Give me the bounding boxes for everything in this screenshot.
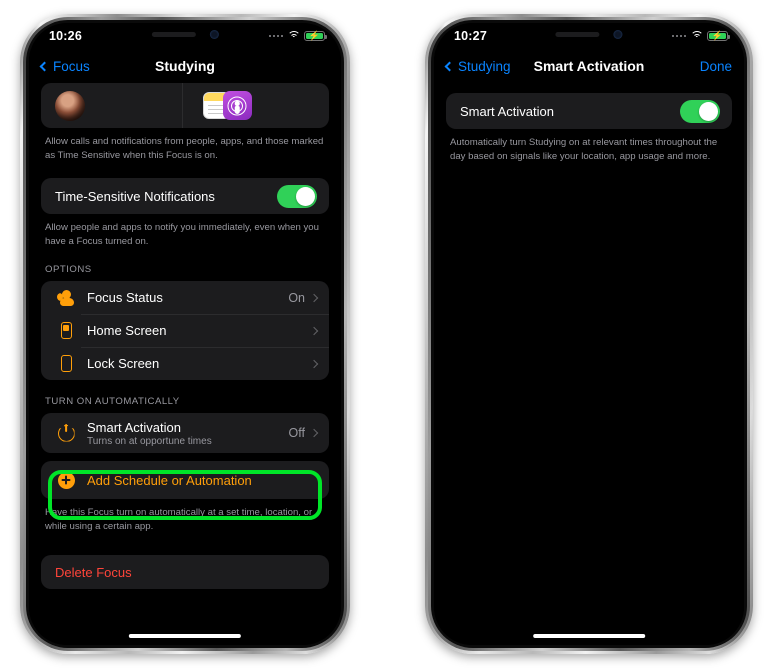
cellular-dots-icon bbox=[671, 34, 686, 38]
settings-list-left: Allow calls and notifications from peopl… bbox=[29, 83, 341, 645]
row-smart-activation[interactable]: Smart Activation Turns on at opportune t… bbox=[41, 413, 329, 453]
row-focus-status[interactable]: Focus Status On bbox=[41, 281, 329, 314]
people-cell[interactable] bbox=[41, 83, 182, 128]
status-icons: ⚡ bbox=[671, 30, 730, 42]
notch-right bbox=[508, 23, 670, 46]
row-value-focus-status: On bbox=[288, 290, 305, 305]
home-indicator-left[interactable] bbox=[128, 634, 242, 638]
notch-left bbox=[103, 23, 267, 46]
people-apps-row bbox=[41, 83, 329, 128]
chevron-right-icon bbox=[309, 359, 319, 368]
back-button-focus[interactable]: Focus bbox=[39, 58, 90, 74]
app-icon-stack bbox=[202, 91, 252, 120]
wifi-icon bbox=[287, 31, 300, 41]
row-label-focus-status: Focus Status bbox=[87, 290, 163, 305]
chevron-left-icon bbox=[39, 61, 50, 71]
apps-cell[interactable] bbox=[181, 83, 330, 128]
front-camera-icon bbox=[209, 30, 219, 39]
delete-focus-card: Delete Focus bbox=[41, 555, 329, 589]
footnote-allow: Allow calls and notifications from peopl… bbox=[45, 136, 324, 161]
row-smart-activation-toggle[interactable]: Smart Activation bbox=[446, 93, 732, 129]
phone-right-screen: 10:27 ⚡ Studying Smart Activation Done S… bbox=[434, 23, 744, 645]
earpiece-speaker-icon bbox=[151, 32, 196, 37]
row-label-smart-activation: Smart Activation bbox=[460, 103, 554, 119]
cellular-dots-icon bbox=[268, 34, 283, 38]
time-sensitive-card: Time-Sensitive Notifications bbox=[41, 178, 329, 214]
nav-bar-left: Focus Studying bbox=[29, 49, 341, 83]
plus-circle-icon bbox=[55, 471, 77, 489]
row-home-screen[interactable]: Home Screen bbox=[41, 314, 329, 347]
battery-charging-icon: ⚡ bbox=[304, 30, 327, 42]
row-delete-focus[interactable]: Delete Focus bbox=[41, 555, 329, 589]
options-header: OPTIONS bbox=[45, 264, 92, 275]
power-icon bbox=[55, 423, 77, 442]
row-value-smart-activation: Off bbox=[288, 426, 305, 440]
footnote-smart-activation: Automatically turn Studying on at releva… bbox=[450, 137, 718, 162]
row-label-home-screen: Home Screen bbox=[87, 323, 167, 338]
focus-status-icon bbox=[55, 289, 77, 306]
row-label-lock-screen: Lock Screen bbox=[87, 356, 160, 371]
home-indicator-right[interactable] bbox=[533, 634, 645, 638]
status-time: 10:27 bbox=[454, 29, 487, 43]
smart-activation-card: Smart Activation Turns on at opportune t… bbox=[41, 413, 329, 453]
smart-activation-toggle-card: Smart Activation bbox=[446, 93, 732, 129]
chevron-right-icon bbox=[309, 326, 319, 335]
back-button-label: Focus bbox=[53, 58, 90, 74]
chevron-right-icon bbox=[309, 428, 319, 438]
podcasts-app-icon bbox=[222, 91, 252, 120]
row-label-smart-activation: Smart Activation bbox=[87, 419, 181, 435]
time-sensitive-toggle[interactable] bbox=[277, 184, 317, 208]
home-screen-icon bbox=[55, 322, 77, 339]
phone-left-screen: 10:26 ⚡ Focus Studying Allow calls and n… bbox=[29, 23, 341, 645]
status-icons: ⚡ bbox=[268, 30, 327, 42]
footnote-schedule: Have this Focus turn on automatically at… bbox=[45, 507, 313, 532]
done-button[interactable]: Done bbox=[700, 59, 732, 74]
add-schedule-card: Add Schedule or Automation bbox=[41, 461, 329, 499]
row-lock-screen[interactable]: Lock Screen bbox=[41, 347, 329, 380]
phone-left: 10:26 ⚡ Focus Studying Allow calls and n… bbox=[20, 14, 350, 654]
smart-activation-toggle[interactable] bbox=[680, 99, 720, 123]
settings-list-right: Smart Activation Automatically turn Stud… bbox=[434, 83, 744, 645]
contact-avatar bbox=[55, 90, 85, 121]
chevron-right-icon bbox=[309, 293, 319, 302]
lock-screen-icon bbox=[55, 355, 77, 372]
row-time-sensitive[interactable]: Time-Sensitive Notifications bbox=[41, 178, 329, 214]
row-label-time-sensitive: Time-Sensitive Notifications bbox=[55, 188, 215, 204]
back-button-label: Studying bbox=[458, 58, 511, 74]
phone-right: 10:27 ⚡ Studying Smart Activation Done S… bbox=[425, 14, 753, 654]
screenshot-canvas: 10:26 ⚡ Focus Studying Allow calls and n… bbox=[0, 0, 776, 668]
row-add-schedule[interactable]: Add Schedule or Automation bbox=[41, 461, 329, 499]
options-card: Focus Status On Home Screen Lock Screen bbox=[41, 281, 329, 380]
people-apps-card bbox=[41, 83, 329, 128]
earpiece-speaker-icon bbox=[555, 32, 600, 37]
footnote-time-sensitive: Allow people and apps to notify you imme… bbox=[45, 222, 319, 247]
row-label-delete-focus: Delete Focus bbox=[55, 564, 132, 580]
battery-charging-icon: ⚡ bbox=[707, 30, 730, 42]
row-label-add-schedule: Add Schedule or Automation bbox=[87, 472, 252, 488]
nav-bar-right: Studying Smart Activation Done bbox=[434, 49, 744, 83]
auto-header: TURN ON AUTOMATICALLY bbox=[45, 396, 180, 407]
back-button-studying[interactable]: Studying bbox=[444, 58, 511, 74]
front-camera-icon bbox=[613, 30, 623, 39]
chevron-left-icon bbox=[444, 61, 455, 71]
status-time: 10:26 bbox=[49, 29, 82, 43]
wifi-icon bbox=[690, 31, 703, 41]
row-sublabel-smart-activation: Turns on at opportune times bbox=[87, 435, 212, 447]
